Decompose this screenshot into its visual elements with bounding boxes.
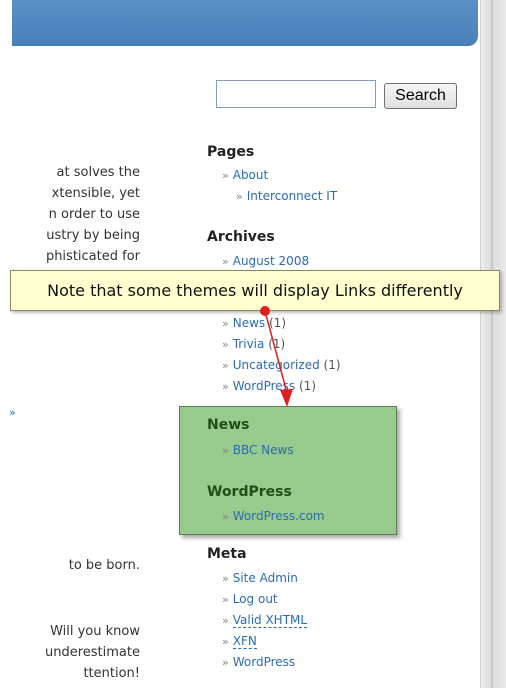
link-label: WordPress [232, 655, 296, 669]
category-link-uncategorized[interactable]: » Uncategorized (1) [222, 358, 341, 372]
bullet-icon: » [222, 338, 229, 351]
link-label: XFN [232, 634, 257, 649]
text-line: at solves the [56, 165, 140, 180]
meta-link-wordpress[interactable]: » WordPress [222, 655, 295, 669]
bullet-icon: » [222, 444, 229, 457]
links-news-heading: News [207, 417, 250, 433]
link-label: WordPress [232, 379, 296, 393]
text-line: xtensible, yet [51, 186, 140, 201]
text-line: underestimate [45, 645, 140, 660]
archives-heading: Archives [207, 229, 275, 245]
links-wordpress-heading: WordPress [207, 484, 292, 500]
category-link-news[interactable]: » News (1) [222, 316, 286, 330]
annotation-tooltip: Note that some themes will display Links… [10, 270, 500, 311]
pages-heading: Pages [207, 144, 255, 160]
page-link-interconnect[interactable]: » Interconnect IT [236, 189, 337, 203]
link-label: Site Admin [232, 571, 298, 585]
page-edge-line [491, 0, 493, 688]
link-label: Log out [232, 592, 278, 606]
text-line: n order to use [48, 207, 140, 222]
meta-link-site-admin[interactable]: » Site Admin [222, 571, 298, 585]
count: (1) [269, 316, 286, 330]
search-button[interactable]: Search [384, 83, 457, 109]
meta-link-xfn[interactable]: » XFN [222, 634, 257, 649]
text-line: phisticated for [45, 249, 140, 264]
bullet-icon: » [222, 510, 229, 523]
meta-heading: Meta [207, 546, 247, 562]
link-label: News [232, 316, 266, 330]
page-scroll-edge [480, 0, 506, 688]
bullet-icon: » [222, 572, 229, 585]
tooltip-text: Note that some themes will display Links… [47, 281, 463, 300]
header-bar [12, 0, 478, 46]
text-line: ustry by being [46, 228, 140, 243]
count: (1) [299, 379, 316, 393]
link-label: WordPress.com [232, 509, 325, 523]
link-label: August 2008 [232, 254, 310, 268]
link-label: Valid XHTML [232, 613, 308, 628]
search-input[interactable] [216, 80, 376, 108]
bullet-icon: » [236, 190, 243, 203]
more-link-chevron[interactable]: » [9, 406, 16, 419]
link-label: Interconnect IT [246, 189, 338, 203]
bullet-icon: » [222, 635, 229, 648]
text-line: to be born. [68, 558, 140, 573]
bullet-icon: » [222, 255, 229, 268]
post-text-block-1: at solves the xtensible, yet n order to … [0, 162, 140, 267]
page-link-about[interactable]: » About [222, 168, 268, 182]
bullet-icon: » [222, 380, 229, 393]
category-link-trivia[interactable]: » Trivia (1) [222, 337, 285, 351]
bullet-icon: » [222, 593, 229, 606]
post-text-line-born: to be born. [0, 555, 140, 576]
link-label: Uncategorized [232, 358, 320, 372]
link-wordpress-com[interactable]: » WordPress.com [222, 509, 325, 523]
count: (1) [323, 358, 341, 372]
text-line: Will you know [50, 624, 140, 639]
count: (1) [268, 337, 286, 351]
meta-link-valid-xhtml[interactable]: » Valid XHTML [222, 613, 308, 628]
bullet-icon: » [222, 359, 229, 372]
post-text-block-2: Will you know underestimate ttention! [0, 621, 140, 684]
link-bbc-news[interactable]: » BBC News [222, 443, 294, 457]
meta-link-log-out[interactable]: » Log out [222, 592, 278, 606]
category-link-wordpress[interactable]: » WordPress (1) [222, 379, 316, 393]
bullet-icon: » [222, 169, 229, 182]
bullet-icon: » [222, 614, 229, 627]
archive-link-aug-2008[interactable]: » August 2008 [222, 254, 309, 268]
bullet-icon: » [222, 656, 229, 669]
text-line: ttention! [83, 666, 140, 681]
bullet-icon: » [222, 317, 229, 330]
link-label: About [232, 168, 269, 182]
link-label: Trivia [232, 337, 265, 351]
link-label: BBC News [232, 443, 294, 457]
